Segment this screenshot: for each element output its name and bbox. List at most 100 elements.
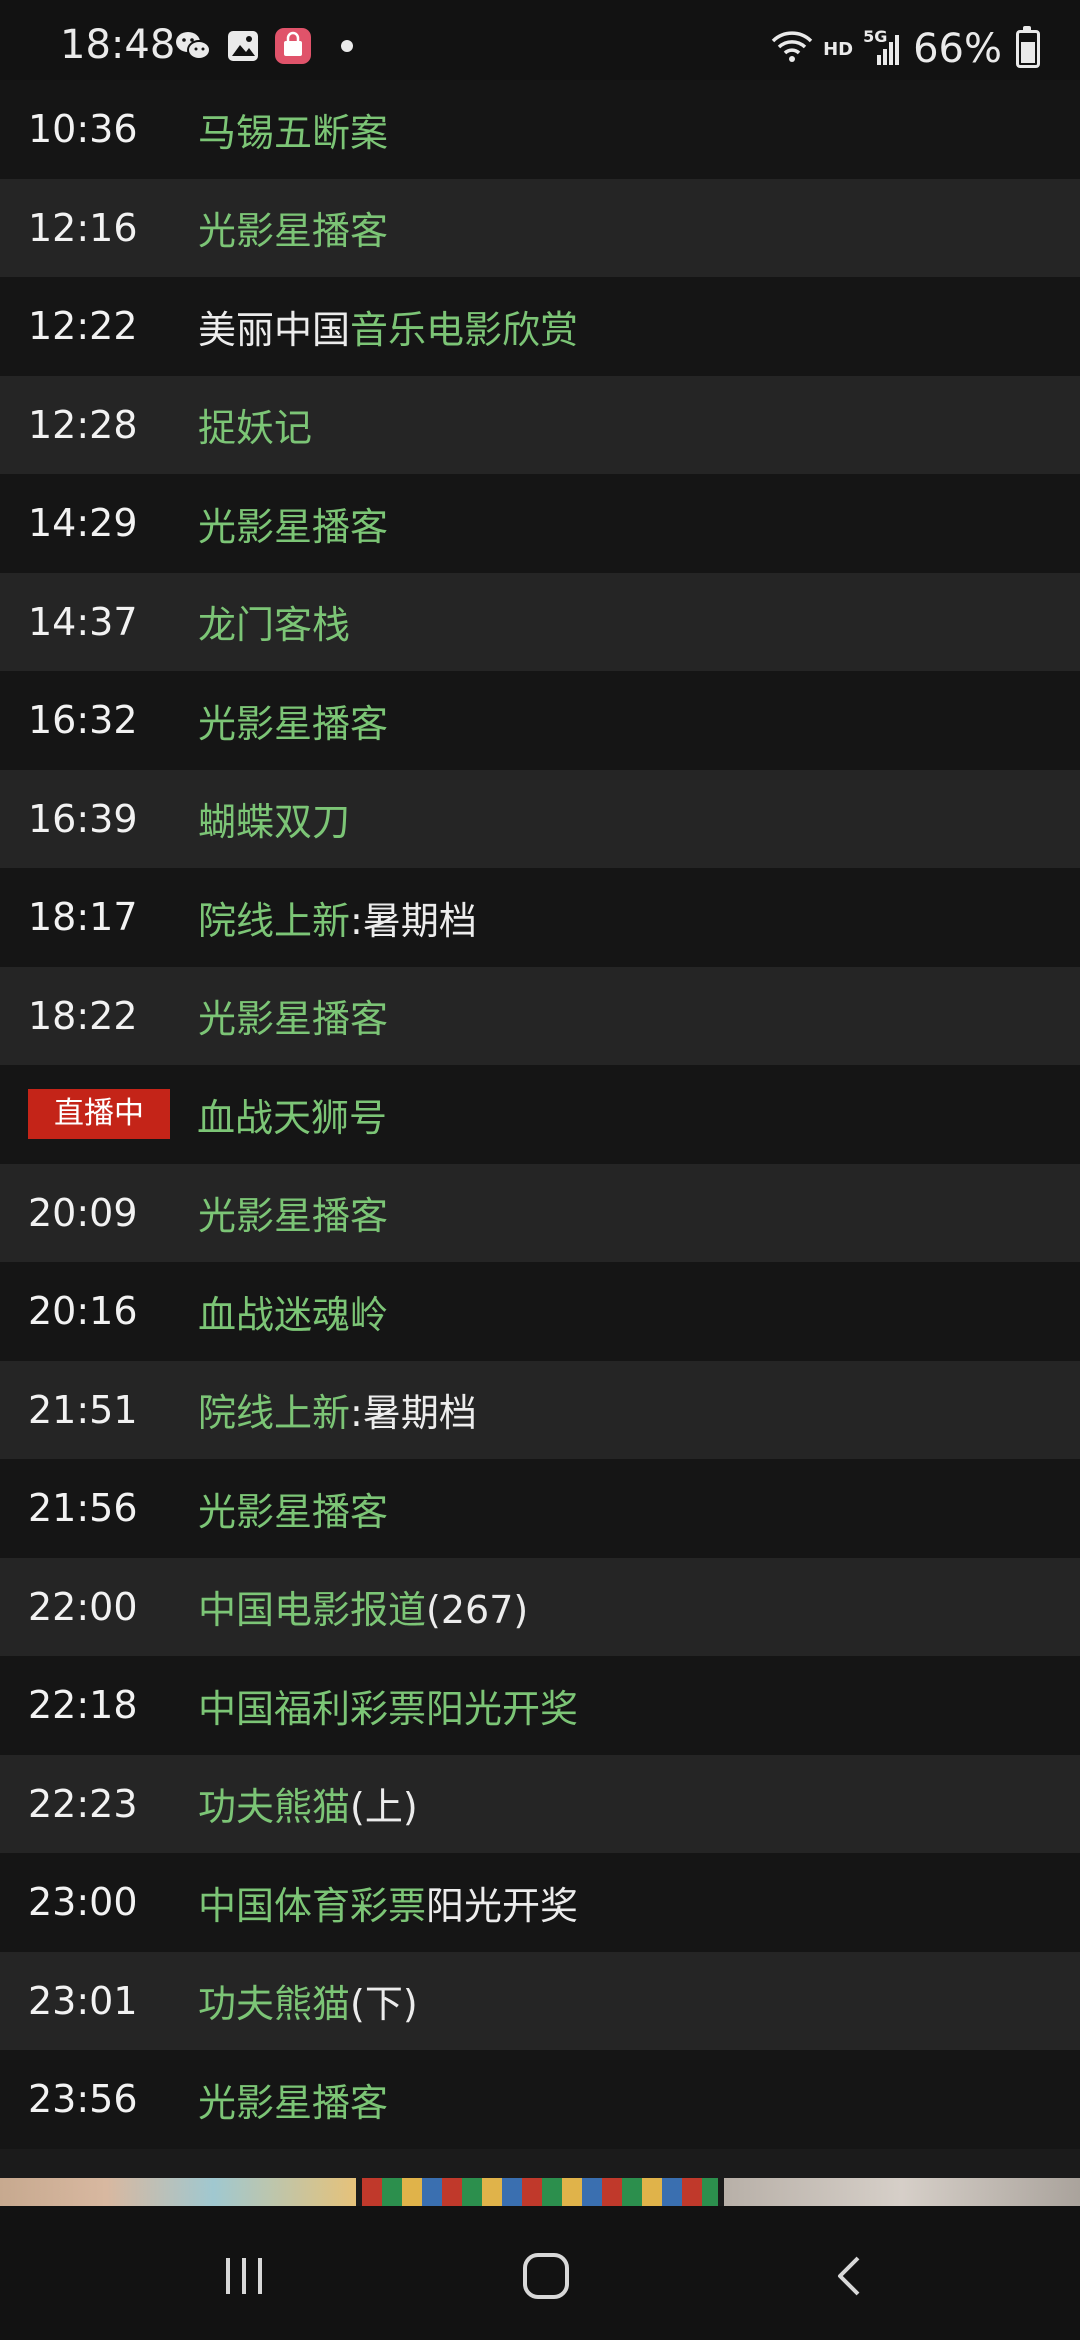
program-title-link[interactable]: 光影星播客: [198, 209, 388, 253]
program-title-link[interactable]: 光影星播客: [198, 1490, 388, 1534]
schedule-row-live[interactable]: 直播中 血战天狮号: [0, 1065, 1080, 1164]
program-time: 12:28: [28, 402, 138, 447]
schedule-row[interactable]: 23:01 功夫熊猫(下): [0, 1951, 1080, 2050]
program-time: 14:37: [28, 599, 138, 644]
schedule-row[interactable]: 20:16 血战迷魂岭: [0, 1262, 1080, 1361]
program-title-link[interactable]: 光影星播客: [198, 505, 388, 549]
program-title[interactable]: 光影星播客: [198, 496, 388, 551]
recent-apps-icon: [226, 2258, 262, 2294]
gallery-icon: [225, 28, 261, 64]
hd-label: HD: [823, 38, 854, 60]
thumbnail-3[interactable]: [724, 2178, 1080, 2206]
schedule-row[interactable]: 12:16 光影星播客: [0, 178, 1080, 277]
schedule-row[interactable]: 16:39 蝴蝶双刀: [0, 769, 1080, 868]
program-title[interactable]: 捉妖记: [198, 397, 312, 452]
program-title-link[interactable]: 龙门客栈: [198, 603, 350, 647]
program-title-link[interactable]: 功夫熊猫: [198, 1785, 350, 1829]
schedule-row[interactable]: 21:56 光影星播客: [0, 1459, 1080, 1558]
battery-percent: 66%: [913, 26, 1002, 72]
program-time: 23:01: [28, 1978, 138, 2023]
program-title[interactable]: 院线上新:暑期档: [198, 1382, 477, 1437]
schedule-row[interactable]: 14:37 龙门客栈: [0, 572, 1080, 671]
schedule-row[interactable]: 16:32 光影星播客: [0, 671, 1080, 770]
thumbnail-1[interactable]: [0, 2178, 356, 2206]
program-title-link[interactable]: 血战天狮号: [197, 1096, 387, 1140]
program-title[interactable]: 中国体育彩票阳光开奖: [198, 1875, 578, 1930]
home-button[interactable]: [486, 2226, 606, 2326]
program-time: 23:00: [28, 1880, 138, 1925]
schedule-row[interactable]: 23:00 中国体育彩票阳光开奖: [0, 1853, 1080, 1952]
program-title[interactable]: 功夫熊猫(下): [198, 1973, 418, 2028]
program-title-suffix: 阳光开奖: [426, 1883, 579, 1928]
schedule-row[interactable]: 12:28 捉妖记: [0, 375, 1080, 474]
program-title-link[interactable]: 院线上新: [198, 1391, 350, 1435]
schedule-row[interactable]: 22:23 功夫熊猫(上): [0, 1754, 1080, 1853]
schedule-row[interactable]: 22:00 中国电影报道(267): [0, 1557, 1080, 1656]
program-title[interactable]: 中国电影报道(267): [198, 1579, 528, 1634]
program-title-link[interactable]: 中国福利彩票阳光开奖: [198, 1687, 578, 1731]
schedule-row[interactable]: 23:56 光影星播客: [0, 2050, 1080, 2149]
program-title[interactable]: 血战迷魂岭: [198, 1284, 388, 1339]
recent-apps-button[interactable]: [184, 2226, 304, 2326]
program-title[interactable]: 血战天狮号: [197, 1087, 387, 1142]
program-title[interactable]: 功夫熊猫(上): [198, 1776, 418, 1831]
schedule-row[interactable]: 10:36 马锡五断案: [0, 80, 1080, 179]
program-title-suffix: :暑期档: [350, 898, 477, 943]
system-icons: HD 5G 66%: [771, 26, 1040, 72]
program-title-link[interactable]: 血战迷魂岭: [198, 1293, 388, 1337]
program-time: 21:56: [28, 1486, 138, 1531]
schedule-row[interactable]: 20:09 光影星播客: [0, 1163, 1080, 1262]
program-title-link[interactable]: 光影星播客: [198, 2081, 388, 2125]
program-title[interactable]: 中国福利彩票阳光开奖: [198, 1678, 578, 1733]
program-time: 18:17: [28, 895, 138, 940]
thumbnail-2[interactable]: [362, 2178, 718, 2206]
program-title[interactable]: 光影星播客: [198, 693, 388, 748]
wifi-icon: [771, 30, 813, 68]
schedule-row[interactable]: 14:29 光影星播客: [0, 474, 1080, 573]
program-title-link[interactable]: 光影星播客: [198, 1194, 388, 1238]
program-title-suffix: :暑期档: [350, 1391, 477, 1436]
program-title-link[interactable]: 院线上新: [198, 899, 350, 943]
program-title[interactable]: 光影星播客: [198, 1481, 388, 1536]
more-notifications-dot: [341, 40, 353, 52]
program-title-link[interactable]: 马锡五断案: [198, 111, 388, 155]
shopping-bag-icon: [275, 28, 311, 64]
program-time: 10:36: [28, 107, 138, 152]
schedule-row[interactable]: 18:22 光影星播客: [0, 966, 1080, 1065]
program-title-link[interactable]: 光影星播客: [198, 997, 388, 1041]
program-time: 22:18: [28, 1683, 138, 1728]
program-title[interactable]: 院线上新:暑期档: [198, 890, 477, 945]
live-badge: 直播中: [28, 1089, 170, 1140]
program-title-suffix: (上): [350, 1785, 418, 1830]
program-title-link[interactable]: 中国体育彩票: [198, 1884, 426, 1928]
schedule-row[interactable]: 21:51 院线上新:暑期档: [0, 1360, 1080, 1459]
program-title[interactable]: 光影星播客: [198, 2072, 388, 2127]
program-title[interactable]: 蝴蝶双刀: [198, 791, 350, 846]
program-title-link[interactable]: 功夫熊猫: [198, 1982, 350, 2026]
home-icon: [523, 2253, 569, 2299]
program-title-link[interactable]: 蝴蝶双刀: [198, 800, 350, 844]
program-title[interactable]: 光影星播客: [198, 200, 388, 255]
program-title-link[interactable]: 光影星播客: [198, 702, 388, 746]
program-title[interactable]: 龙门客栈: [198, 594, 350, 649]
program-title[interactable]: 马锡五断案: [198, 102, 388, 157]
program-title-link[interactable]: 音乐电影欣赏: [350, 308, 578, 352]
program-time: 21:51: [28, 1387, 138, 1432]
schedule-row[interactable]: 18:17 院线上新:暑期档: [0, 868, 1080, 967]
program-time: 22:00: [28, 1584, 138, 1629]
recommendation-thumbnails[interactable]: [0, 2178, 1080, 2206]
program-title[interactable]: 光影星播客: [198, 1185, 388, 1240]
back-button[interactable]: [790, 2226, 910, 2326]
program-time: 16:32: [28, 698, 138, 743]
program-time: 12:16: [28, 205, 138, 250]
schedule-row[interactable]: 12:22 美丽中国音乐电影欣赏: [0, 277, 1080, 376]
program-title[interactable]: 光影星播客: [198, 988, 388, 1043]
notification-icons: [175, 28, 353, 64]
program-title-prefix: 美丽中国: [198, 307, 351, 352]
program-time: 23:56: [28, 2077, 138, 2122]
program-title-link[interactable]: 捉妖记: [198, 406, 312, 450]
program-title[interactable]: 美丽中国音乐电影欣赏: [198, 299, 578, 354]
schedule-row[interactable]: 22:18 中国福利彩票阳光开奖: [0, 1656, 1080, 1755]
program-title-link[interactable]: 中国电影报道: [198, 1588, 426, 1632]
program-time: 18:22: [28, 993, 138, 1038]
